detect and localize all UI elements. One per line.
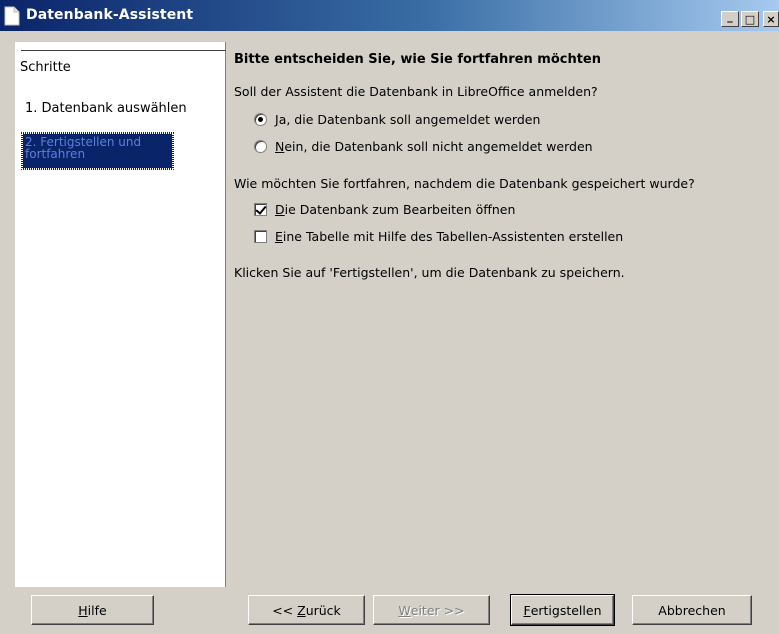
close-button[interactable]: × [763,11,779,27]
radio-unselected-icon[interactable] [254,140,267,153]
finish-hint: Klicken Sie auf 'Fertigstellen', um die … [234,265,625,280]
register-yes-radio[interactable]: Ja, die Datenbank soll angemeldet werden [254,112,540,127]
next-button[interactable]: Weiter >> [373,595,490,625]
minimize-button[interactable]: _ [721,11,739,27]
window-title: Datenbank-Assistent [26,7,194,23]
checkbox-unchecked-icon[interactable] [254,230,267,243]
help-button[interactable]: Hilfe [31,595,154,625]
after-save-question: Wie möchten Sie fortfahren, nachdem die … [234,176,695,191]
database-wizard-dialog: Datenbank-Assistent _ □ × Schritte 1. Da… [0,0,779,634]
steps-heading: Schritte [20,60,71,75]
back-button[interactable]: << Zurück [248,595,365,625]
create-table-wizard-checkbox[interactable]: Eine Tabelle mit Hilfe des Tabellen-Assi… [254,229,623,244]
wizard-page: Bitte entscheiden Sie, wie Sie fortfahre… [234,42,779,587]
open-for-editing-label: Die Datenbank zum Bearbeiten öffnen [275,202,516,217]
steps-panel: Schritte 1. Datenbank auswählen 2. Ferti… [15,42,226,587]
checkbox-checked-icon[interactable] [254,203,267,216]
open-for-editing-checkbox[interactable]: Die Datenbank zum Bearbeiten öffnen [254,202,515,217]
maximize-button[interactable]: □ [741,11,759,27]
maximize-icon: □ [744,12,756,26]
register-question: Soll der Assistent die Datenbank in Libr… [234,84,598,99]
cancel-button[interactable]: Abbrechen [632,595,752,625]
register-yes-label: Ja, die Datenbank soll angemeldet werden [275,112,541,127]
close-icon: × [766,12,776,26]
page-heading: Bitte entscheiden Sie, wie Sie fortfahre… [234,52,601,67]
create-table-wizard-label: Eine Tabelle mit Hilfe des Tabellen-Assi… [275,229,624,244]
step-finish-and-continue[interactable]: 2. Fertigstellen und fortfahren [21,132,174,170]
radio-selected-icon[interactable] [254,113,267,126]
document-icon [4,6,20,26]
register-no-radio[interactable]: Nein, die Datenbank soll nicht angemelde… [254,139,593,154]
minimize-icon: _ [727,9,733,23]
finish-button[interactable]: Fertigstellen [510,594,615,626]
steps-divider [21,50,226,51]
title-bar[interactable]: Datenbank-Assistent _ □ × [0,0,779,31]
step-select-database[interactable]: 1. Datenbank auswählen [25,101,187,116]
register-no-label: Nein, die Datenbank soll nicht angemelde… [275,139,593,154]
